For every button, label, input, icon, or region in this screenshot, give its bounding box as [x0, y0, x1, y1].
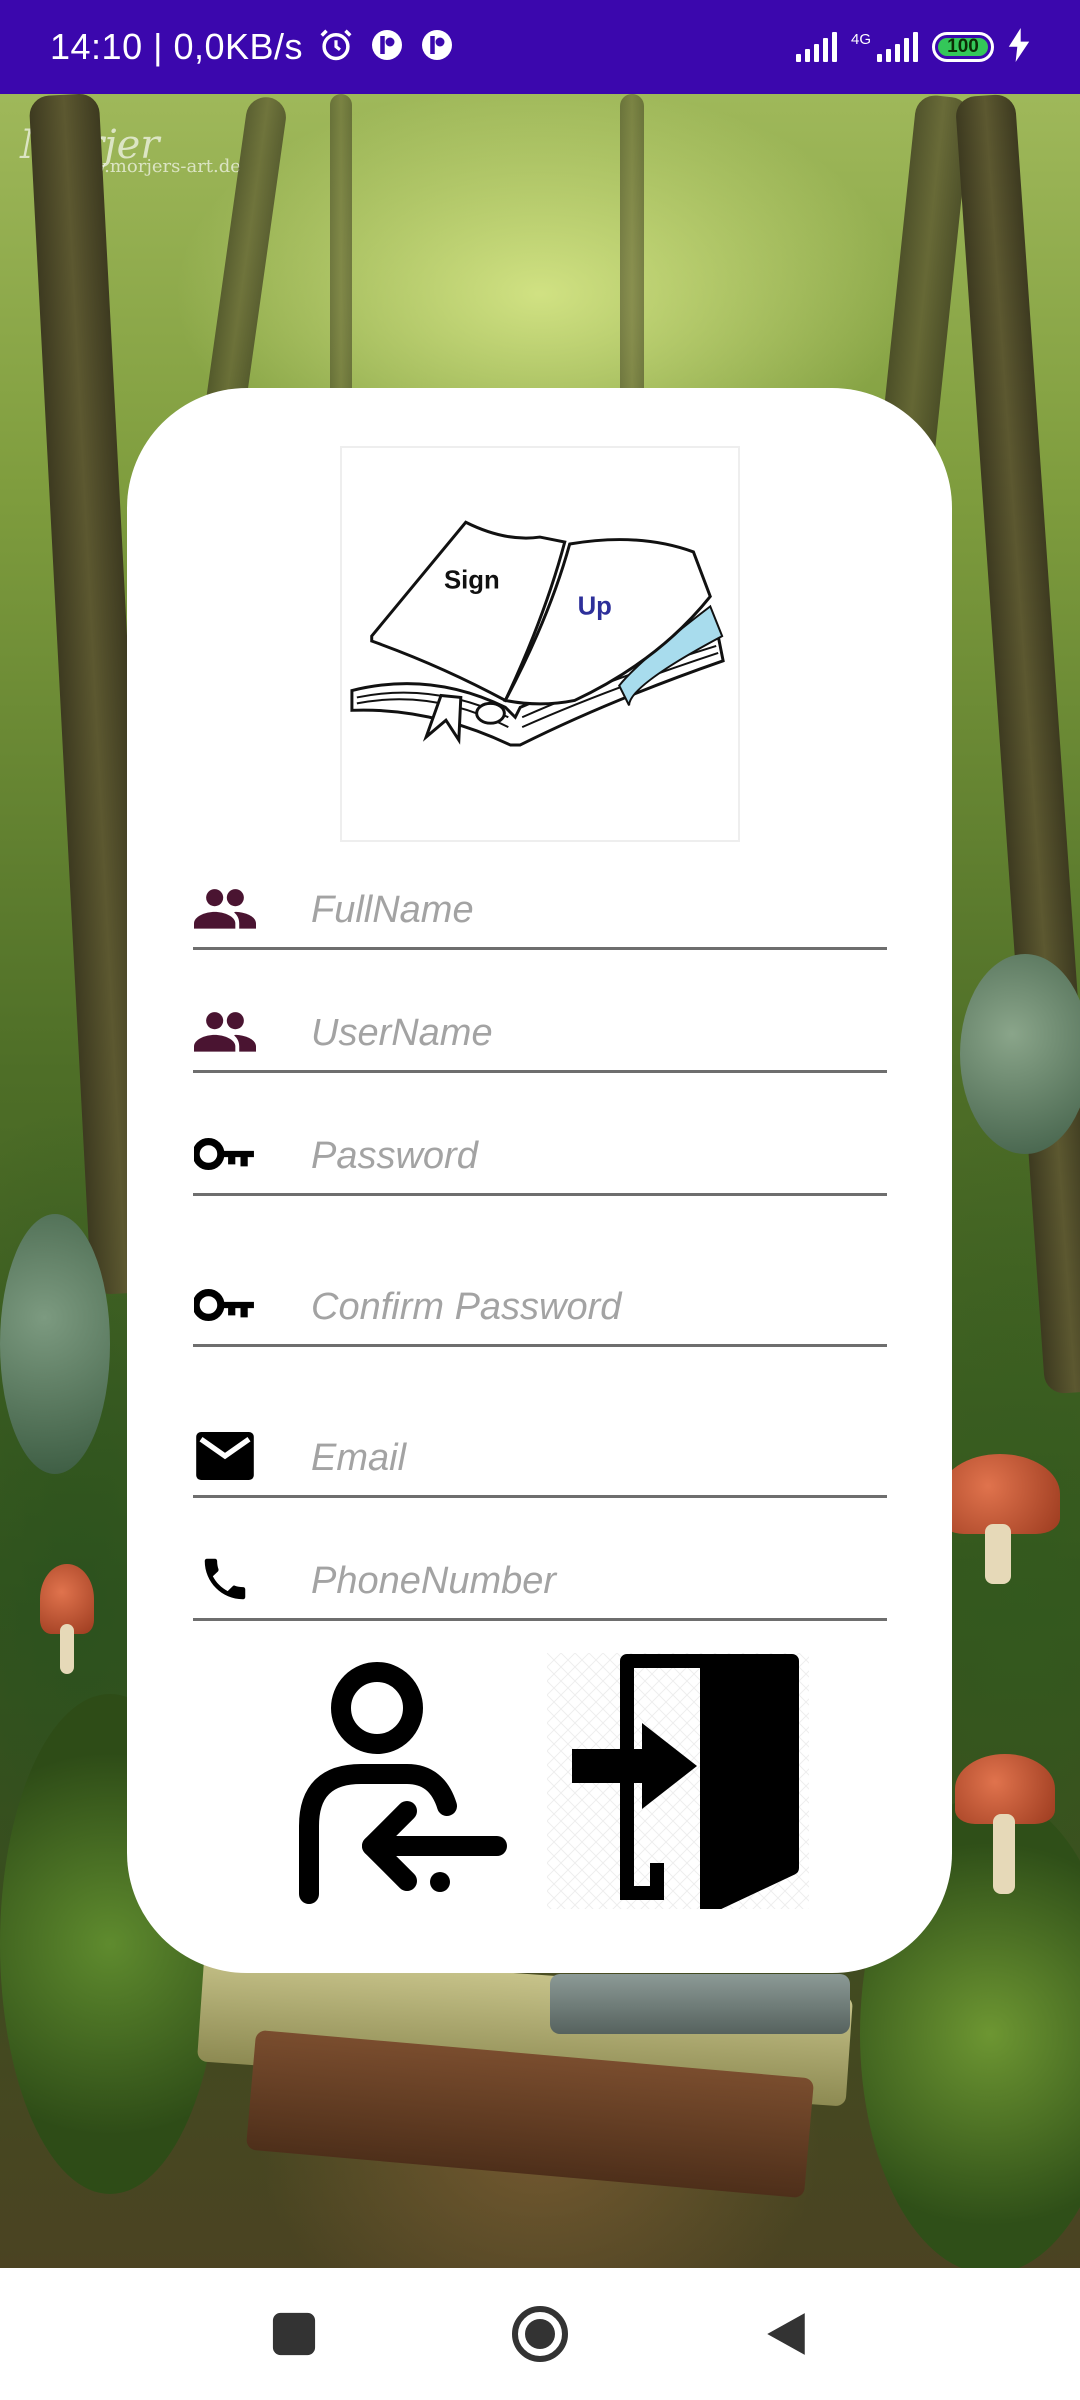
- key-icon: [193, 1129, 257, 1179]
- signal-icon: 4G: [851, 32, 918, 62]
- network-type: 4G: [850, 31, 871, 48]
- home-circle-icon: [512, 2306, 568, 2362]
- status-time: 14:10 | 0,0KB/s: [50, 26, 304, 67]
- username-input[interactable]: [311, 1004, 887, 1062]
- battery-icon: 100: [932, 32, 994, 62]
- login-button[interactable]: [547, 1653, 809, 1915]
- battery-level: 100: [947, 36, 979, 57]
- recents-square-icon: [272, 2312, 316, 2356]
- people-icon: [193, 883, 257, 933]
- mail-icon: [193, 1431, 257, 1481]
- alarm-icon: [317, 26, 355, 69]
- home-button[interactable]: [508, 2302, 572, 2366]
- username-field: [193, 993, 887, 1073]
- confirm-password-input[interactable]: [311, 1278, 887, 1336]
- password-field: [193, 1116, 887, 1196]
- phone-icon: [193, 1554, 257, 1604]
- fullname-input[interactable]: [311, 881, 887, 939]
- recents-button[interactable]: [262, 2302, 326, 2366]
- login-door-icon: [547, 1653, 809, 1915]
- back-triangle-icon: [767, 2313, 805, 2355]
- register-button[interactable]: [297, 1656, 517, 1906]
- confirm-password-field: [193, 1267, 887, 1347]
- email-input[interactable]: [311, 1429, 887, 1487]
- signup-card: Sign Up: [127, 388, 952, 1973]
- password-input[interactable]: [311, 1127, 887, 1185]
- signup-book-logo: Sign Up: [340, 446, 740, 842]
- logo-left-text: Sign: [444, 567, 500, 595]
- user-register-icon: [299, 1662, 507, 1904]
- fullname-field: [193, 870, 887, 950]
- people-icon: [193, 1006, 257, 1056]
- signal-icon: [795, 32, 837, 62]
- charging-icon: [1008, 27, 1030, 67]
- key-icon: [193, 1280, 257, 1330]
- status-bar: 14:10 | 0,0KB/s 4G 100: [0, 0, 1080, 94]
- phone-input[interactable]: [311, 1552, 887, 1610]
- email-field: [193, 1418, 887, 1498]
- status-left-icons: [317, 26, 455, 69]
- notification-icon: [419, 27, 455, 68]
- phone-field: [193, 1541, 887, 1621]
- logo-right-text: Up: [578, 592, 612, 620]
- back-button[interactable]: [754, 2302, 818, 2366]
- status-right-icons: 4G 100: [795, 27, 1030, 67]
- open-book-icon: Sign Up: [350, 520, 725, 747]
- notification-icon: [369, 27, 405, 68]
- navigation-bar: [0, 2268, 1080, 2400]
